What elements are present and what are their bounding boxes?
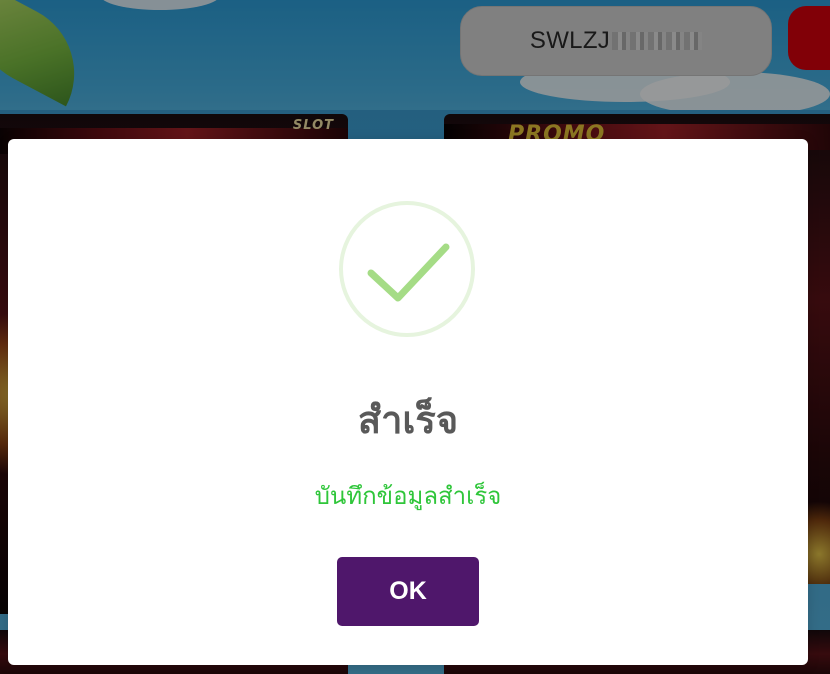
- dialog-title: สำเร็จ: [357, 398, 459, 442]
- page: SLOT PROMO SWLZJ สำเร็จ บันทึกข้อมูลสำเร…: [0, 0, 830, 674]
- ok-button[interactable]: OK: [337, 557, 479, 626]
- dialog-message: บันทึกข้อมูลสำเร็จ: [314, 482, 502, 510]
- success-check-icon: [339, 201, 475, 337]
- check-ring: [339, 201, 475, 337]
- check-mark: [367, 243, 450, 302]
- success-dialog: สำเร็จ บันทึกข้อมูลสำเร็จ OK: [8, 139, 808, 665]
